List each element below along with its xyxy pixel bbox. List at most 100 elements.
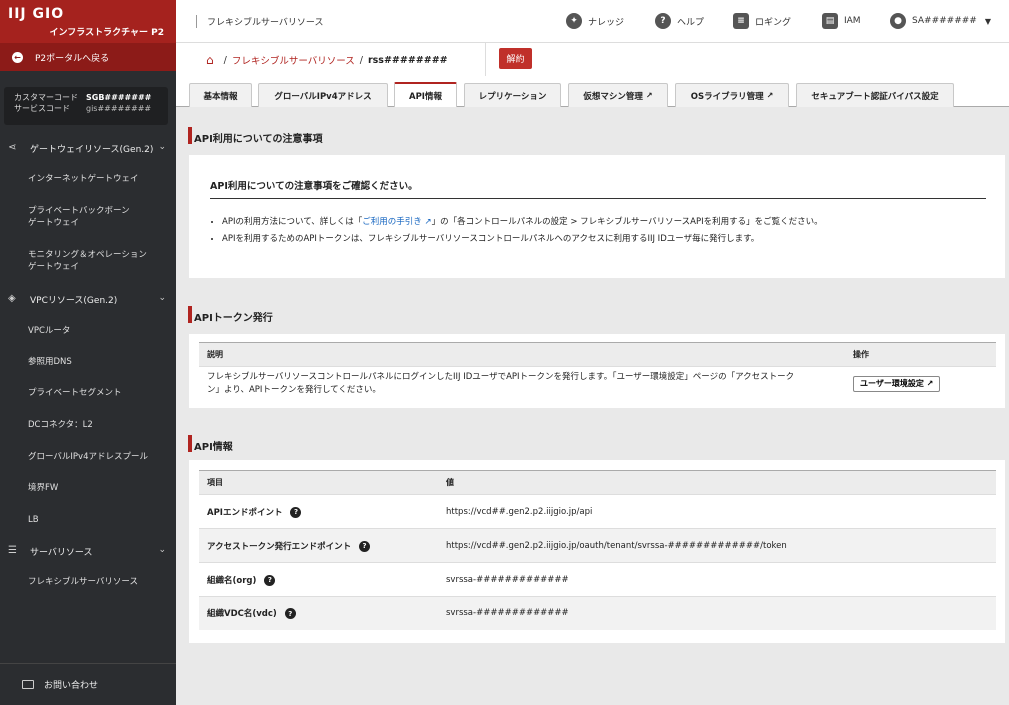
table-row: APIエンドポイント? https://vcd##.gen2.p2.iijgio…: [199, 494, 996, 529]
sidebar-item-ipv4-pool[interactable]: グローバルIPv4アドレスプール: [28, 451, 168, 463]
share-icon: ⋖: [8, 142, 17, 153]
contact-label: お問い合わせ: [44, 681, 99, 691]
nav-section-server[interactable]: ☰ サーバリソース ⌄: [0, 545, 176, 558]
api-info-panel: 項目 値 APIエンドポイント? https://vcd##.gen2.p2.i…: [189, 460, 1005, 643]
mail-icon: [22, 680, 34, 689]
sidebar-item-dc-connector[interactable]: DCコネクタ：L2: [28, 419, 168, 431]
token-description: フレキシブルサーバリソースコントロールパネルにログインしたIIJ IDユーザでA…: [199, 366, 845, 401]
customer-info: カスタマーコード SGB####### サービスコード gis########: [4, 87, 168, 125]
api-endpoint-value: https://vcd##.gen2.p2.iijgio.jp/api: [438, 494, 996, 529]
logging-label: ロギング: [755, 17, 792, 28]
row-label: 組織名(org): [207, 575, 257, 586]
chevron-down-icon: ⌄: [158, 142, 166, 152]
lightbulb-icon: ✦: [566, 13, 582, 29]
brand-header[interactable]: IIJ GIO インフラストラクチャー P2: [0, 0, 176, 43]
user-label: SA#######: [912, 16, 977, 26]
tab-bar: 基本情報 グローバルIPv4アドレス API情報 レプリケーション 仮想マシン管…: [176, 76, 1009, 107]
col-value: 値: [438, 470, 996, 495]
tab-api-info[interactable]: API情報: [394, 82, 457, 107]
tab-vm-management-label: 仮想マシン管理: [583, 91, 643, 102]
sidebar-item-private-segment[interactable]: プライベートセグメント: [28, 387, 168, 399]
logging-button[interactable]: ≡ ロギング: [733, 13, 791, 29]
notice-item1-post: 」の「各コントロールパネルの設定 > フレキシブルサーバリソースAPIを利用する…: [431, 217, 823, 227]
notice-list: APIの利用方法について、詳しくは「ご利用の手引き ↗」の「各コントロールパネル…: [222, 214, 823, 248]
nav-section-gateway-label: ゲートウェイリソース(Gen.2): [30, 144, 154, 155]
breadcrumb: ⌂ / フレキシブルサーバリソース / rss########: [206, 53, 448, 67]
user-icon: ●: [890, 13, 906, 29]
col-operation: 操作: [845, 342, 996, 367]
external-link-icon: ↗: [766, 91, 774, 100]
home-icon[interactable]: ⌂: [206, 53, 214, 67]
breadcrumb-separator: /: [223, 54, 227, 66]
customer-code-label: カスタマーコード: [14, 93, 78, 102]
sidebar-item-vpc-router[interactable]: VPCルータ: [28, 325, 168, 337]
list-item: APIを利用するためのAPIトークンは、フレキシブルサーバリソースコントロールパ…: [222, 231, 823, 248]
knowledge-button[interactable]: ✦ ナレッジ: [566, 13, 624, 29]
breadcrumb-service-link[interactable]: フレキシブルサーバリソース: [232, 53, 355, 67]
nav-section-vpc-label: VPCリソース(Gen.2): [30, 295, 118, 306]
help-icon: ?: [655, 13, 671, 29]
contact-link[interactable]: お問い合わせ: [0, 663, 176, 705]
notice-section-title: API利用についての注意事項: [188, 127, 323, 145]
tab-vm-management[interactable]: 仮想マシン管理 ↗: [568, 83, 668, 107]
tab-secure-boot[interactable]: セキュアブート認証バイパス設定: [796, 83, 954, 107]
question-icon[interactable]: ?: [284, 608, 296, 620]
question-icon[interactable]: ?: [290, 506, 302, 518]
breadcrumb-current: rss########: [367, 54, 448, 66]
sidebar-item-flexible-server[interactable]: フレキシブルサーバリソース: [28, 576, 168, 588]
col-item: 項目: [199, 470, 438, 495]
question-icon[interactable]: ?: [359, 540, 371, 552]
tab-os-library[interactable]: OSライブラリ管理 ↗: [675, 83, 789, 107]
sidebar-item-border-fw[interactable]: 境界FW: [28, 482, 168, 494]
customer-code-value: SGB#######: [86, 93, 152, 102]
api-info-section-title: API情報: [188, 435, 233, 453]
token-endpoint-label: アクセストークン発行エンドポイント?: [199, 528, 438, 563]
divider: [485, 43, 486, 76]
sidebar-item-private-backbone-gateway[interactable]: プライベートバックボーン ゲートウェイ: [28, 205, 168, 229]
notice-item1-pre: APIの利用方法について、詳しくは「: [222, 217, 363, 227]
breadcrumb-bar: ⌂ / フレキシブルサーバリソース / rss######## 解約: [176, 43, 1009, 76]
api-endpoint-label: APIエンドポイント?: [199, 494, 438, 529]
question-icon[interactable]: ?: [264, 574, 276, 586]
iam-button[interactable]: ▤ IAM: [822, 13, 861, 29]
tab-os-library-label: OSライブラリ管理: [690, 91, 764, 102]
table-row: フレキシブルサーバリソースコントロールパネルにログインしたIIJ IDユーザでA…: [199, 366, 996, 401]
user-settings-button[interactable]: ユーザー環境設定 ↗: [853, 375, 941, 392]
service-code-value: gis########: [86, 104, 152, 113]
sidebar-item-internet-gateway[interactable]: インターネットゲートウェイ: [28, 173, 168, 185]
help-button[interactable]: ? ヘルプ: [655, 13, 704, 29]
user-menu[interactable]: ● SA####### ▼: [890, 13, 991, 29]
row-label: 組織VDC名(vdc): [207, 609, 277, 620]
service-code-label: サービスコード: [14, 104, 70, 113]
list-item: APIの利用方法について、詳しくは「ご利用の手引き ↗」の「各コントロールパネル…: [222, 214, 823, 231]
row-label: APIエンドポイント: [207, 507, 283, 518]
nav-section-gateway[interactable]: ⋖ ゲートウェイリソース(Gen.2) ⌄: [0, 142, 176, 155]
tab-replication[interactable]: レプリケーション: [464, 83, 561, 107]
token-operation-cell: ユーザー環境設定 ↗: [845, 366, 996, 401]
external-link-icon: ↗: [645, 91, 653, 100]
portal-back-link[interactable]: ← P2ポータルへ戻る: [0, 43, 176, 71]
user-guide-link-label: ご利用の手引き: [362, 217, 422, 227]
col-description: 説明: [199, 342, 845, 367]
nav-section-vpc[interactable]: ◈ VPCリソース(Gen.2) ⌄: [0, 293, 176, 306]
tab-basic-info[interactable]: 基本情報: [189, 83, 252, 107]
token-desc-line2: ン」より、APIトークンを発行してください。: [207, 384, 381, 395]
sidebar-item-lb[interactable]: LB: [28, 514, 168, 526]
header-title: フレキシブルサーバリソース: [196, 15, 323, 28]
top-header: フレキシブルサーバリソース ✦ ナレッジ ? ヘルプ ≡ ロギング ▤ IAM …: [176, 0, 1009, 43]
document-icon: ≡: [733, 13, 749, 29]
notice-heading: API利用についての注意事項をご確認ください。: [210, 178, 986, 199]
org-name-label: 組織名(org)?: [199, 562, 438, 597]
brand-logo: IIJ GIO: [8, 6, 65, 22]
chevron-down-icon: ⌄: [158, 293, 166, 303]
vdc-name-value: svrssa-#############: [438, 596, 996, 630]
portal-back-label: P2ポータルへ戻る: [35, 53, 110, 64]
cancel-contract-button[interactable]: 解約: [499, 48, 532, 69]
sidebar-item-monitoring-gateway[interactable]: モニタリング＆オペレーション ゲートウェイ: [28, 249, 168, 273]
token-panel: 説明 操作 フレキシブルサーバリソースコントロールパネルにログインしたIIJ I…: [189, 334, 1005, 408]
token-endpoint-value: https://vcd##.gen2.p2.iijgio.jp/oauth/te…: [438, 528, 996, 563]
vdc-name-label: 組織VDC名(vdc)?: [199, 596, 438, 630]
tab-global-ipv4[interactable]: グローバルIPv4アドレス: [258, 83, 388, 107]
sidebar-item-reference-dns[interactable]: 参照用DNS: [28, 356, 168, 368]
user-guide-link[interactable]: ご利用の手引き ↗: [362, 217, 431, 227]
